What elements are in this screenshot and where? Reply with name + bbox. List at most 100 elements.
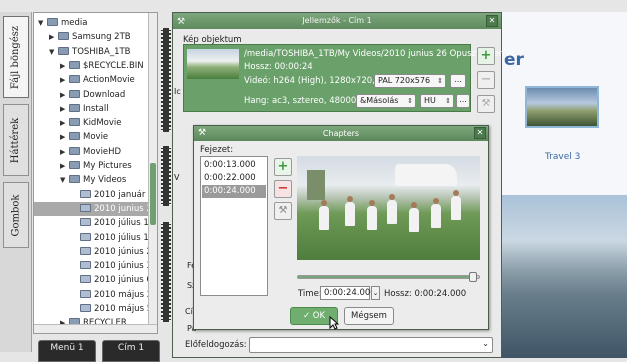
collapsed-arrow-icon[interactable]: ▶ (60, 145, 69, 159)
video-format-select[interactable]: PAL 720x576 ⇕ (374, 74, 446, 88)
expanded-arrow-icon[interactable]: ▼ (38, 16, 47, 30)
travel-thumbnail[interactable] (525, 86, 599, 128)
collapsed-arrow-icon[interactable]: ▶ (60, 116, 69, 130)
title-1-button[interactable]: Cím 1 (102, 340, 160, 362)
time-input[interactable]: 0:00:24.000 (320, 286, 376, 300)
add-chapter-button[interactable]: + (274, 158, 292, 176)
close-icon[interactable]: ✕ (486, 15, 498, 27)
video-more-button[interactable]: ... (450, 74, 466, 88)
folder-icon (69, 175, 80, 184)
dancer-figure (451, 196, 461, 220)
tree-item-label: My Videos (83, 175, 127, 186)
dancer-head (453, 190, 459, 196)
edit-object-button[interactable]: ⚒ (477, 95, 495, 113)
video-object-row[interactable]: /media/TOSHIBA_1TB/My Videos/2010 junius… (183, 44, 515, 112)
tree-file-item[interactable]: 2010 június 3 Sar (34, 259, 157, 273)
chapter-item[interactable]: 0:00:22.000 (202, 172, 266, 185)
chapters-title: Chapters (322, 129, 360, 138)
tree-folder-item[interactable]: ▶ MovieHD (34, 145, 121, 159)
chevron-down-icon: ⇕ (437, 77, 443, 85)
tree-folder-item[interactable]: ▶ Samsung 2TB (34, 30, 131, 44)
close-icon[interactable]: ✕ (474, 127, 486, 139)
minus-icon: − (480, 72, 492, 87)
chevron-down-icon: ⌄ (372, 289, 379, 297)
tree-shape (307, 170, 325, 200)
tab-file-browser[interactable]: Fájl böngész (3, 16, 29, 98)
collapsed-arrow-icon[interactable]: ▶ (60, 130, 69, 144)
tree-folder-item[interactable]: ▶ Download (34, 88, 125, 102)
audio-language-select[interactable]: HU ⇕ (420, 94, 454, 108)
video-file-icon (80, 189, 91, 198)
collapsed-arrow-icon[interactable]: ▶ (60, 102, 69, 116)
tab-label: Gombok (10, 194, 22, 236)
menu-1-button[interactable]: Menü 1 (38, 340, 96, 362)
chapters-titlebar: ⚒ Chapters ✕ (194, 126, 488, 141)
collapsed-arrow-icon[interactable]: ▶ (60, 88, 69, 102)
dancer-figure (409, 208, 419, 232)
tab-buttons[interactable]: Gombok (3, 182, 29, 248)
expanded-arrow-icon[interactable]: ▼ (49, 45, 58, 59)
chapter-item[interactable]: 0:00:13.000 (202, 159, 266, 172)
tree-file-item[interactable]: 2010 január 25 (já (34, 188, 157, 202)
scrollbar-thumb[interactable] (150, 163, 156, 225)
collapsed-arrow-icon[interactable]: ▶ (60, 159, 69, 173)
dancer-figure (431, 204, 441, 228)
file-tree[interactable]: ▼ media ▶ Samsung 2TB ▼ TOSHIBA_1TB ▶ $RECYCLE.… (33, 12, 158, 334)
chapters-list-label: Fejezet: (200, 145, 234, 155)
tree-folder-item[interactable]: ▶ Movie (34, 130, 108, 144)
chapter-item[interactable]: 0:00:24.000 (202, 185, 266, 198)
tree-folder-item[interactable]: ▼ TOSHIBA_1TB (34, 45, 131, 59)
tree-file-item[interactable]: 2010 június 25 (34, 245, 157, 259)
side-tab-strip: Fájl böngész Háttérek Gombok (0, 12, 32, 352)
prefmt-input[interactable]: ⌄ (249, 337, 493, 353)
tab-backgrounds[interactable]: Háttérek (3, 104, 29, 176)
menu-1-label: Menü 1 (50, 343, 84, 353)
tree-folder-item[interactable]: ▼ My Videos (34, 173, 126, 187)
tree-folder-item[interactable]: ▶ ActionMovie (34, 73, 135, 87)
tree-file-item[interactable]: 2010 június 6 Zin (34, 273, 157, 287)
plus-icon: + (277, 159, 289, 174)
video-duration: Hossz: 00:00:24 (244, 62, 313, 72)
remove-object-button[interactable]: − (477, 71, 495, 89)
tree-folder-item[interactable]: ▶ My Pictures (34, 159, 132, 173)
add-object-button[interactable]: + (477, 47, 495, 65)
tree-folder-item[interactable]: ▶ KidMovie (34, 116, 122, 130)
video-format-value: PAL 720x576 (378, 76, 431, 85)
expanded-arrow-icon[interactable]: ▼ (60, 173, 69, 187)
collapsed-arrow-icon[interactable]: ▶ (60, 59, 69, 73)
wrench-icon: ⚒ (177, 17, 186, 27)
minus-icon: − (277, 181, 289, 196)
audio-info: Hang: ac3, sztereo, 48000 Hz (244, 96, 370, 106)
dancer-head (389, 194, 395, 200)
dancer-head (321, 200, 327, 206)
audio-more-button[interactable]: ... (456, 94, 470, 108)
tree-folder-item[interactable]: ▶ $RECYCLE.BIN (34, 59, 144, 73)
tree-file-item[interactable]: 2010 július 10 (34, 216, 154, 230)
tree-file-item[interactable]: 2010 július 11 (34, 231, 154, 245)
tree-file-item[interactable]: 2010 május 5 Zoz (34, 302, 157, 316)
wrench-icon: ⚒ (198, 128, 207, 138)
time-spinner[interactable]: ⌄ (371, 286, 380, 300)
slider-handle[interactable] (469, 272, 478, 282)
dancer-figure (367, 206, 377, 230)
tree-item-label: MovieHD (83, 146, 122, 157)
remove-chapter-button[interactable]: − (274, 180, 292, 198)
position-slider[interactable] (297, 272, 480, 282)
tree-item-label: Samsung 2TB (72, 32, 131, 43)
chapters-list[interactable]: 0:00:13.000 0:00:22.000 0:00:24.000 (200, 156, 268, 296)
edit-chapter-button[interactable]: ⚒ (274, 202, 292, 220)
collapsed-arrow-icon[interactable]: ▶ (49, 30, 58, 44)
tree-folder-item[interactable]: ▼ media (34, 16, 87, 30)
folder-icon (69, 146, 80, 155)
cancel-button[interactable]: Mégsem (344, 307, 394, 325)
audio-mode-select[interactable]: &Másolás ⇕ (356, 94, 416, 108)
tree-folder-item[interactable]: ▶ Install (34, 102, 109, 116)
collapsed-arrow-icon[interactable]: ▶ (60, 73, 69, 87)
check-icon: ✓ (302, 311, 311, 321)
tree-file-item[interactable]: 2010 junius 26 O (34, 201, 157, 216)
tree-file-item[interactable]: 2010 május 27 Zi (34, 288, 157, 302)
dialog-titlebar: ⚒ Jellemzők - Cím 1 ✕ (173, 13, 501, 29)
tree-vertical-scrollbar[interactable] (148, 13, 157, 333)
tree-horizontal-scrollbar[interactable] (34, 324, 157, 333)
tree-item-label: KidMovie (83, 118, 122, 129)
